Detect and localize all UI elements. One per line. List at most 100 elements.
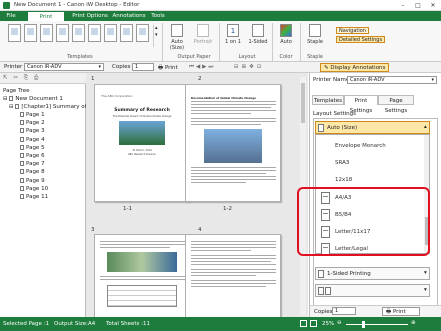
tree-page-label: Page 8	[26, 169, 45, 176]
copies-value: 1	[135, 64, 139, 70]
print-button[interactable]: 🖶 Print	[158, 64, 178, 73]
tab-templates[interactable]: Templates	[312, 95, 344, 105]
ribbon: ▴ ▾ Templates Auto (Size) Portrait Output…	[0, 21, 441, 62]
page1-author: ABC Research Division	[127, 153, 157, 156]
minimize-button[interactable]: –	[396, 1, 410, 10]
sided-button[interactable]: 1-Sided	[246, 24, 270, 45]
paper-size-dropdown[interactable]: Auto (Size) ▴	[315, 121, 430, 134]
status-total-sheets: Total Sheets :11	[106, 321, 150, 327]
template-thumb-8[interactable]	[120, 24, 133, 42]
page-icon	[20, 128, 24, 134]
ribbon-divider	[162, 23, 163, 61]
status-selected-page: Selected Page :1	[3, 321, 50, 327]
template-thumb-6[interactable]	[88, 24, 101, 42]
copies-input[interactable]: 1	[332, 307, 356, 315]
zoom-in-icon[interactable]: ⊕	[411, 320, 416, 326]
document-icon	[9, 96, 14, 101]
color-group-label: Color	[279, 54, 293, 60]
tree-root[interactable]: ⊟ New Document 1	[3, 95, 63, 103]
text-line	[191, 244, 276, 245]
zoom-out-icon[interactable]: ⊖	[337, 320, 342, 326]
printer-select[interactable]: Canon iR-ADV ▾	[24, 63, 104, 71]
tree-page[interactable]: Page 11	[20, 193, 48, 201]
pages-per-sheet-label: 1 on 1	[225, 39, 241, 45]
printer-icon: 🖶	[158, 65, 164, 71]
tree-page[interactable]: Page 10	[20, 185, 48, 193]
nav-arrows[interactable]: ⏮◀▶⏭	[189, 64, 215, 71]
color-mode-button[interactable]: Auto	[276, 24, 296, 45]
paper-size-option-label: 12x18	[335, 177, 353, 183]
tree-page[interactable]: Page 9	[20, 177, 45, 185]
tree-page[interactable]: Page 6	[20, 152, 45, 160]
fit-page-icon[interactable]	[300, 320, 307, 327]
paper-size-option-label: Envelope Monarch	[335, 143, 386, 149]
close-button[interactable]: ✕	[426, 1, 440, 10]
tree-page-label: Page 3	[26, 128, 45, 135]
page-thumb-1[interactable]: The ABC Corporation Summary of Research …	[94, 84, 190, 202]
tab-print-settings-panel[interactable]: Print Settings	[344, 95, 378, 114]
tab-print-settings[interactable]: Print Settings	[27, 11, 65, 30]
paper-size-button[interactable]: Auto (Size)	[166, 24, 188, 51]
navigation-button[interactable]: Navigation	[336, 27, 369, 34]
text-line	[100, 241, 185, 242]
status-bar: Selected Page :1 Output Size:A4 Total Sh…	[0, 317, 441, 331]
copies-label: Copies	[112, 64, 131, 70]
staple-button[interactable]: Staple	[303, 24, 327, 45]
tab-print-options[interactable]: Print Options	[71, 11, 109, 21]
page-thumb-2[interactable]: Documentation of Global Climate Change	[185, 84, 281, 202]
printer-bar: Printer Canon iR-ADV ▾ Copies 1 🖶 Print …	[0, 62, 441, 73]
template-thumb-2[interactable]	[24, 24, 37, 42]
sheet-number: 4	[198, 227, 202, 233]
printer-name-select[interactable]: Canon iR-ADV ▾	[347, 76, 437, 84]
orientation-button[interactable]: Portrait	[192, 24, 214, 45]
sided-printing-select[interactable]: 1-Sided Printing ▾	[315, 267, 430, 280]
tree-page[interactable]: Page 7	[20, 160, 45, 168]
page-thumb-4[interactable]	[185, 234, 281, 324]
color-mode-label: Auto	[280, 39, 292, 45]
preview-scroll-thumb[interactable]	[301, 83, 305, 123]
tree-page[interactable]: Page 2	[20, 119, 45, 127]
paper-size-option[interactable]: SRA3	[315, 154, 427, 172]
template-thumb-1[interactable]	[8, 24, 21, 42]
maximize-button[interactable]: □	[411, 1, 425, 10]
preview-tool-icons[interactable]: ⊟⊞✥⊡	[234, 64, 264, 70]
layout-group-label: Layout	[238, 54, 256, 60]
template-scroll[interactable]: ▴ ▾	[153, 25, 158, 47]
template-thumb-7[interactable]	[104, 24, 117, 42]
paper-size-option[interactable]: Envelope Monarch	[315, 137, 427, 155]
tree-page[interactable]: Page 3	[20, 127, 45, 135]
pages-per-sheet-button[interactable]: 1 1 on 1	[223, 24, 243, 45]
tree-page[interactable]: Page 5	[20, 144, 45, 152]
page2-heading: Documentation of Global Climate Change	[191, 96, 257, 100]
copies-input[interactable]: 1	[132, 63, 154, 71]
page-thumb-3[interactable]	[94, 234, 190, 324]
template-thumb-5[interactable]	[72, 24, 85, 42]
tab-annotations[interactable]: Annotations	[112, 11, 146, 21]
template-thumb-9[interactable]	[136, 24, 149, 42]
settings-panel: Printer Name Canon iR-ADV ▾ Templates Pr…	[297, 73, 441, 317]
zoom-slider-thumb[interactable]	[361, 321, 365, 328]
display-annotations-button[interactable]: ✎ Display Annotations	[320, 63, 390, 72]
template-thumb-3[interactable]	[40, 24, 53, 42]
tree-page[interactable]: Page 4	[20, 136, 45, 144]
page-icon	[20, 112, 24, 117]
preview-area: 1 2 The ABC Corporation Summary of Resea…	[86, 73, 308, 324]
tree-toolbar-icons[interactable]: ⇱ ✂ ⎘ ⎙	[3, 75, 40, 82]
fit-width-icon[interactable]	[310, 320, 317, 327]
page1-date: 31 March, 2014	[132, 149, 152, 152]
text-line	[191, 101, 276, 102]
tab-tools[interactable]: Tools	[149, 11, 167, 21]
ribbon-divider	[219, 23, 220, 61]
print-button-panel[interactable]: 🖶 Print	[382, 307, 420, 316]
text-line	[191, 255, 276, 256]
template-thumb-4[interactable]	[56, 24, 69, 42]
tab-file[interactable]: File	[0, 11, 22, 21]
collate-select[interactable]: ▾	[315, 284, 430, 297]
tab-page-settings[interactable]: Page Settings	[378, 95, 414, 114]
detailed-settings-button[interactable]: Detailed Settings	[336, 36, 386, 43]
tree-chapter[interactable]: ⊟ [Chapter1] Summary of R	[9, 103, 92, 111]
tree-page[interactable]: Page 1	[20, 111, 45, 119]
tree-page[interactable]: Page 8	[20, 168, 45, 176]
zoom-slider-track[interactable]	[346, 324, 408, 325]
chevron-down-icon: ▾	[431, 77, 434, 83]
